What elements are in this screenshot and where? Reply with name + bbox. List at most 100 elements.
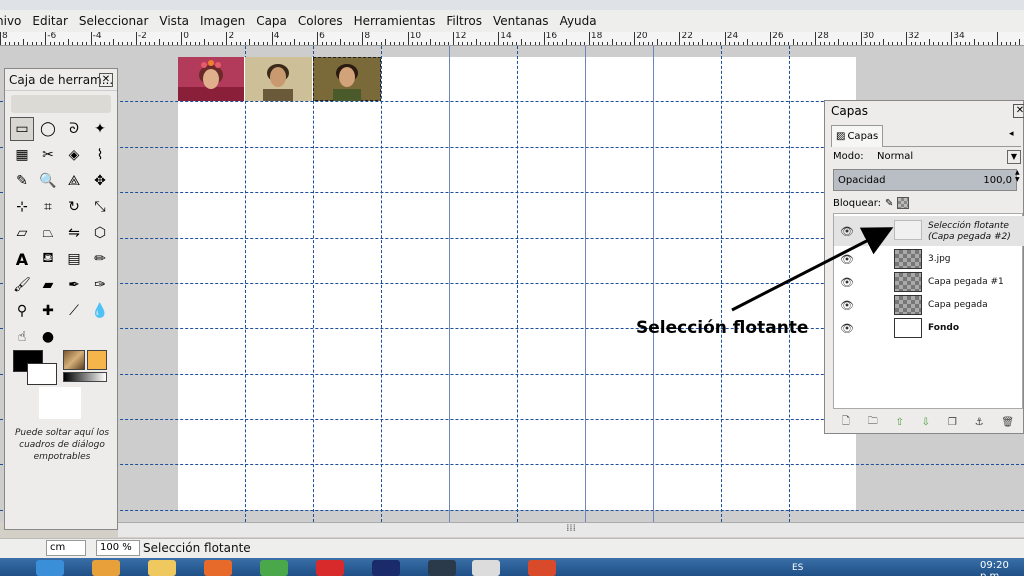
system-clock[interactable]: 09:20 p.m: [980, 560, 1024, 576]
pasted-portrait-1[interactable]: [178, 57, 244, 101]
text-tool-icon[interactable]: A: [10, 247, 34, 271]
flip-tool-icon[interactable]: ⇋: [62, 221, 86, 245]
guide-horizontal[interactable]: [0, 464, 1024, 465]
toolbox-close-button[interactable]: ✕: [99, 73, 113, 87]
ruler-tick: [602, 42, 603, 45]
menu-vista[interactable]: Vista: [159, 14, 189, 28]
perspective-tool-icon[interactable]: ⏢: [36, 221, 60, 245]
layers-dialog-title[interactable]: Capas: [825, 101, 1023, 121]
rect-select-tool-icon[interactable]: ▭: [10, 117, 34, 141]
opacity-slider[interactable]: Opacidad 100,0: [833, 169, 1017, 191]
lock-alpha-icon[interactable]: [897, 197, 910, 209]
ellipse-select-tool-icon[interactable]: ◯: [36, 117, 60, 141]
horizontal-ruler[interactable]: 8 -6 -4 -2 0 2 4 6 8 10 12 14 16 18 20 22 24 26 28 30 32 34: [0, 32, 1024, 46]
mode-select[interactable]: Normal: [877, 151, 913, 162]
shear-tool-icon[interactable]: ▱: [10, 221, 34, 245]
explorer-taskbar-icon[interactable]: [148, 560, 176, 576]
menu-herramientas[interactable]: Herramientas: [354, 14, 436, 28]
free-select-tool-icon[interactable]: ᘐ: [62, 117, 86, 141]
menu-capa[interactable]: Capa: [256, 14, 287, 28]
paintbrush-tool-icon[interactable]: 🖌: [10, 273, 34, 297]
opacity-spin-icon[interactable]: ▲ ▼: [1015, 169, 1023, 191]
visibility-eye-icon[interactable]: 👁: [840, 322, 854, 335]
delete-layer-icon[interactable]: 🗑: [1001, 417, 1014, 428]
ie-taskbar-icon[interactable]: [36, 560, 64, 576]
heal-tool-icon[interactable]: ✚: [36, 299, 60, 323]
toolbox-window: Caja de herram... ✕ ▭ ◯ ᘐ ✦ ▦ ✂ ◈ ⌇ ✎ 🔍 …: [4, 68, 118, 530]
smudge-tool-icon[interactable]: ☝: [10, 325, 34, 349]
layer-row[interactable]: 👁 Fondo: [834, 317, 1024, 339]
raise-layer-icon[interactable]: ⇧: [896, 417, 904, 428]
duplicate-layer-icon[interactable]: ❐: [948, 417, 957, 428]
anchor-layer-icon[interactable]: ⚓: [975, 417, 984, 428]
crop-tool-icon[interactable]: ⌗: [36, 195, 60, 219]
align-tool-icon[interactable]: ⊹: [10, 195, 34, 219]
guide-vertical[interactable]: [245, 46, 246, 522]
dodge-burn-tool-icon[interactable]: ●: [36, 325, 60, 349]
menu-seleccionar[interactable]: Seleccionar: [79, 14, 148, 28]
measure-tool-icon[interactable]: ⟁: [62, 169, 86, 193]
guide-vertical[interactable]: [653, 46, 654, 522]
scissors-tool-icon[interactable]: ✂: [36, 143, 60, 167]
bucket-fill-tool-icon[interactable]: ⛾: [36, 247, 60, 271]
chrome-taskbar-icon[interactable]: [260, 560, 288, 576]
eraser-tool-icon[interactable]: ▰: [36, 273, 60, 297]
gradient-swatch[interactable]: [63, 372, 107, 382]
color-select-tool-icon[interactable]: ▦: [10, 143, 34, 167]
powerpoint-taskbar-icon[interactable]: [528, 560, 556, 576]
foreground-select-tool-icon[interactable]: ◈: [62, 143, 86, 167]
perspective-clone-tool-icon[interactable]: ⟋: [62, 299, 86, 323]
media-taskbar-icon[interactable]: [92, 560, 120, 576]
clone-tool-icon[interactable]: ⚲: [10, 299, 34, 323]
unit-select[interactable]: cm: [46, 540, 86, 556]
blend-tool-icon[interactable]: ▤: [62, 247, 86, 271]
move-tool-icon[interactable]: ✥: [88, 169, 112, 193]
app-taskbar-icon[interactable]: [428, 560, 456, 576]
ink-tool-icon[interactable]: ✑: [88, 273, 112, 297]
opera-taskbar-icon[interactable]: [316, 560, 344, 576]
pasted-portrait-2[interactable]: [245, 57, 312, 101]
paths-tool-icon[interactable]: ⌇: [88, 143, 112, 167]
new-layer-icon[interactable]: 🗋: [842, 414, 850, 431]
guide-vertical[interactable]: [517, 46, 518, 522]
firefox-taskbar-icon[interactable]: [204, 560, 232, 576]
guide-horizontal[interactable]: [0, 510, 1024, 511]
menu-imagen[interactable]: Imagen: [200, 14, 245, 28]
guide-vertical[interactable]: [449, 46, 450, 522]
zoom-select[interactable]: 100 %: [96, 540, 140, 556]
tab-capas[interactable]: ▨ Capas: [831, 125, 883, 147]
menu-filtros[interactable]: Filtros: [446, 14, 482, 28]
scale-tool-icon[interactable]: ⤡: [88, 195, 112, 219]
pencil-tool-icon[interactable]: ✏: [88, 247, 112, 271]
airbrush-tool-icon[interactable]: ✒: [62, 273, 86, 297]
pattern-swatch[interactable]: [63, 350, 85, 370]
lock-pixels-icon[interactable]: ✎: [885, 198, 893, 209]
blur-tool-icon[interactable]: 💧: [88, 299, 112, 323]
new-group-icon[interactable]: 🗀: [868, 414, 878, 431]
guide-vertical[interactable]: [381, 46, 382, 522]
menu-ayuda[interactable]: Ayuda: [560, 14, 597, 28]
menu-colores[interactable]: Colores: [298, 14, 343, 28]
menu-archivo[interactable]: nivo: [0, 14, 21, 28]
photoshop-taskbar-icon[interactable]: [372, 560, 400, 576]
layers-close-button[interactable]: ✕: [1013, 104, 1024, 118]
brush-swatch[interactable]: [87, 350, 107, 370]
menu-ventanas[interactable]: Ventanas: [493, 14, 549, 28]
rotate-tool-icon[interactable]: ↻: [62, 195, 86, 219]
pasted-portrait-3[interactable]: [313, 57, 381, 101]
horizontal-scrollbar[interactable]: ⁞⁞⁞: [118, 522, 1024, 537]
guide-vertical[interactable]: [585, 46, 586, 522]
zoom-tool-icon[interactable]: 🔍: [36, 169, 60, 193]
lower-layer-icon[interactable]: ⇩: [922, 417, 930, 428]
guide-vertical[interactable]: [313, 46, 314, 522]
background-color-swatch[interactable]: [27, 363, 57, 385]
image-preview[interactable]: [39, 387, 81, 419]
tab-menu-arrow-icon[interactable]: ◂: [1009, 129, 1019, 141]
fuzzy-select-tool-icon[interactable]: ✦: [88, 117, 112, 141]
language-indicator[interactable]: ES: [792, 563, 803, 573]
menu-editar[interactable]: Editar: [32, 14, 68, 28]
mode-dropdown-icon[interactable]: ▼: [1007, 150, 1021, 164]
cage-tool-icon[interactable]: ⬡: [88, 221, 112, 245]
gimp-taskbar-icon[interactable]: [472, 560, 500, 576]
color-picker-tool-icon[interactable]: ✎: [10, 169, 34, 193]
